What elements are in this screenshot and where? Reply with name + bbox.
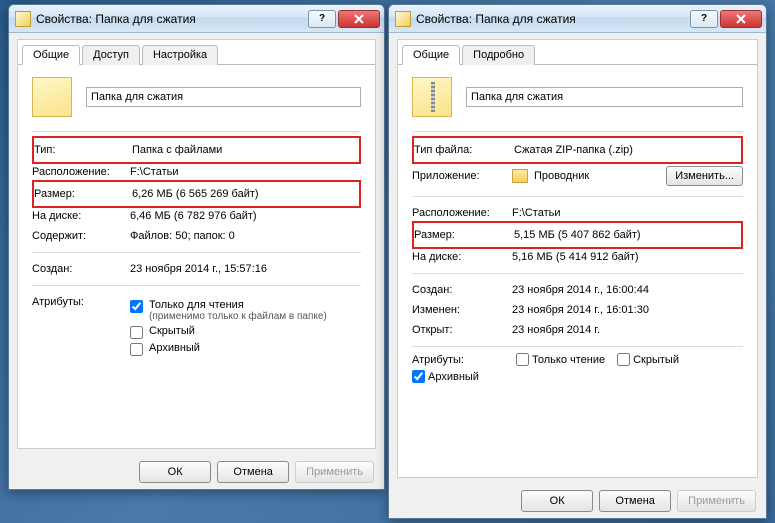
- checkbox-readonly[interactable]: [516, 353, 529, 366]
- label-ondisk: На диске:: [412, 251, 512, 263]
- label-location: Расположение:: [412, 207, 512, 219]
- tab-sharing[interactable]: Доступ: [82, 45, 140, 65]
- zip-icon: [395, 11, 411, 27]
- label-ondisk: На диске:: [32, 210, 130, 222]
- value-ondisk: 5,16 МБ (5 414 912 байт): [512, 251, 743, 263]
- highlight-size: Размер:5,15 МБ (5 407 862 байт): [412, 221, 743, 249]
- change-app-button[interactable]: Изменить...: [666, 166, 743, 186]
- checkbox-hidden-label: Скрытый: [633, 354, 679, 366]
- close-button[interactable]: [338, 10, 380, 28]
- checkbox-readonly-label: Только чтение: [532, 354, 605, 366]
- tab-general[interactable]: Общие: [402, 45, 460, 65]
- label-attributes: Атрибуты:: [412, 354, 512, 366]
- checkbox-archive[interactable]: [412, 370, 425, 383]
- zip-large-icon: [412, 77, 452, 117]
- titlebar[interactable]: Свойства: Папка для сжатия ?: [389, 5, 766, 33]
- name-input[interactable]: [86, 87, 361, 107]
- value-opened: 23 ноября 2014 г.: [512, 324, 743, 336]
- client-area: Общие Доступ Настройка Тип:Папка с файла…: [17, 39, 376, 449]
- label-created: Создан:: [412, 284, 512, 296]
- label-filetype: Тип файла:: [414, 144, 514, 156]
- window-title: Свойства: Папка для сжатия: [416, 12, 690, 26]
- button-row: ОК Отмена Применить: [9, 461, 384, 483]
- value-app: Проводник: [534, 170, 666, 182]
- checkbox-readonly-label: Только для чтения: [149, 299, 244, 311]
- close-button[interactable]: [720, 10, 762, 28]
- value-ondisk: 6,46 МБ (6 782 976 байт): [130, 210, 361, 222]
- cancel-button[interactable]: Отмена: [217, 461, 289, 483]
- window-title: Свойства: Папка для сжатия: [36, 12, 308, 26]
- label-type: Тип:: [34, 144, 132, 156]
- checkbox-hidden[interactable]: [130, 326, 143, 339]
- highlight-filetype: Тип файла:Сжатая ZIP-папка (.zip): [412, 136, 743, 164]
- value-location: F:\Статьи: [130, 166, 361, 178]
- name-input[interactable]: [466, 87, 743, 107]
- apply-button[interactable]: Применить: [677, 490, 756, 512]
- tab-details[interactable]: Подробно: [462, 45, 535, 65]
- panel-general: Тип файла:Сжатая ZIP-папка (.zip) Прилож…: [398, 65, 757, 395]
- value-contains: Файлов: 50; папок: 0: [130, 230, 361, 242]
- tabs: Общие Доступ Настройка: [18, 40, 375, 65]
- folder-large-icon: [32, 77, 72, 117]
- value-modified: 23 ноября 2014 г., 16:01:30: [512, 304, 743, 316]
- checkbox-readonly[interactable]: [130, 300, 143, 313]
- properties-window-zip: Свойства: Папка для сжатия ? Общие Подро…: [388, 4, 767, 519]
- value-filetype: Сжатая ZIP-папка (.zip): [514, 144, 741, 156]
- tab-general[interactable]: Общие: [22, 45, 80, 65]
- panel-general: Тип:Папка с файлами Расположение:F:\Стат…: [18, 65, 375, 375]
- label-size: Размер:: [34, 188, 132, 200]
- label-location: Расположение:: [32, 166, 130, 178]
- label-created: Создан:: [32, 263, 130, 275]
- value-size: 6,26 МБ (6 565 269 байт): [132, 188, 359, 200]
- label-opened: Открыт:: [412, 324, 512, 336]
- help-button[interactable]: ?: [690, 10, 718, 28]
- properties-window-folder: Свойства: Папка для сжатия ? Общие Досту…: [8, 4, 385, 490]
- value-created: 23 ноября 2014 г., 15:57:16: [130, 263, 361, 275]
- label-attributes: Атрибуты:: [32, 296, 130, 359]
- value-type: Папка с файлами: [132, 144, 359, 156]
- ok-button[interactable]: ОК: [139, 461, 211, 483]
- folder-icon: [15, 11, 31, 27]
- ok-button[interactable]: ОК: [521, 490, 593, 512]
- label-size: Размер:: [414, 229, 514, 241]
- label-app: Приложение:: [412, 170, 512, 182]
- cancel-button[interactable]: Отмена: [599, 490, 671, 512]
- value-created: 23 ноября 2014 г., 16:00:44: [512, 284, 743, 296]
- apply-button[interactable]: Применить: [295, 461, 374, 483]
- checkbox-hidden[interactable]: [617, 353, 630, 366]
- label-contains: Содержит:: [32, 230, 130, 242]
- checkbox-archive-label: Архивный: [428, 371, 479, 383]
- tabs: Общие Подробно: [398, 40, 757, 65]
- checkbox-readonly-sub: (применимо только к файлам в папке): [149, 311, 327, 322]
- value-size: 5,15 МБ (5 407 862 байт): [514, 229, 741, 241]
- help-button[interactable]: ?: [308, 10, 336, 28]
- tab-customize[interactable]: Настройка: [142, 45, 218, 65]
- client-area: Общие Подробно Тип файла:Сжатая ZIP-папк…: [397, 39, 758, 478]
- highlight-type: Тип:Папка с файлами: [32, 136, 361, 164]
- button-row: ОК Отмена Применить: [389, 490, 766, 512]
- checkbox-archive[interactable]: [130, 343, 143, 356]
- label-modified: Изменен:: [412, 304, 512, 316]
- titlebar[interactable]: Свойства: Папка для сжатия ?: [9, 5, 384, 33]
- checkbox-hidden-label: Скрытый: [149, 325, 195, 337]
- value-location: F:\Статьи: [512, 207, 743, 219]
- checkbox-archive-label: Архивный: [149, 342, 200, 354]
- highlight-size: Размер:6,26 МБ (6 565 269 байт): [32, 180, 361, 208]
- explorer-icon: [512, 169, 528, 183]
